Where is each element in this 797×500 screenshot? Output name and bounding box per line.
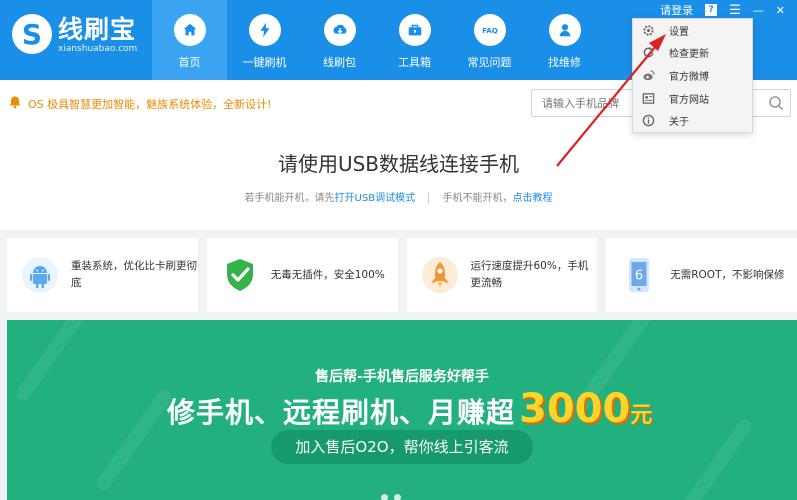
connect-prompt-panel: 请使用USB数据线连接手机 若手机能开机，请先打开USB调试模式 手机不能开机，… — [0, 124, 797, 230]
cloud-download-icon — [323, 14, 356, 46]
feature-card-safe: 无毒无插件，安全100% — [206, 238, 398, 312]
banner-stripe — [13, 320, 95, 404]
feature-card-no-root: 6 无需ROOT，不影响保修 — [606, 238, 797, 312]
banner-stripe — [93, 386, 175, 494]
search-icon[interactable] — [768, 95, 784, 111]
menu-item-settings[interactable]: 设置 — [633, 19, 752, 42]
usb-debug-hint: 若手机能开机，请先 — [244, 193, 335, 204]
login-link[interactable]: 请登录 — [660, 2, 693, 18]
menu-item-check-update[interactable]: 检查更新 — [633, 42, 752, 65]
notice-message[interactable]: OS 极具智慧更加智能，魅族系统体验，全新设计! — [8, 95, 272, 112]
menu-item-label: 检查更新 — [669, 49, 709, 61]
hint-divider — [428, 192, 430, 204]
menu-item-label: 官方网站 — [669, 94, 709, 106]
feature-text: 重装系统，优化比卡刷更彻底 — [71, 260, 197, 289]
settings-dropdown-menu: 设置 检查更新 官方微博 官方网站 关于 — [632, 18, 753, 133]
app-name: 线刷宝 — [58, 14, 137, 44]
refresh-icon — [641, 46, 655, 60]
menu-icon[interactable]: ☰ — [729, 3, 741, 18]
banner-cta-pill[interactable]: 加入售后O2O，帮你线上引客流 — [271, 430, 533, 464]
info-icon — [641, 114, 655, 128]
nav-label: 常见问题 — [467, 56, 512, 69]
banner-carousel-dots — [381, 494, 401, 500]
menu-item-label: 设置 — [669, 26, 689, 38]
tutorial-link[interactable]: 点击教程 — [512, 193, 552, 204]
app-logo: S 线刷宝 xianshuabao.com — [12, 14, 137, 54]
banner-headline: 修手机、远程刷机、月赚超 3000 元 — [167, 386, 652, 432]
window-controls: 请登录 ? ☰ — ✕ — [660, 2, 785, 18]
promo-banner[interactable]: 售后帮-手机售后服务好帮手 修手机、远程刷机、月赚超 3000 元 加入售后O2… — [7, 320, 797, 500]
main-nav: 首页 一键刷机 线刷包 工具箱 FAQ 常见问题 找维修 — [152, 0, 602, 80]
nav-label: 线刷包 — [323, 56, 356, 69]
home-icon — [173, 14, 206, 46]
bell-icon — [8, 95, 28, 112]
notice-text: OS 极具智慧更加智能，魅族系统体验，全新设计! — [28, 97, 272, 111]
feature-card-reinstall: 重装系统，优化比卡刷更彻底 — [7, 238, 198, 312]
feature-text: 无需ROOT，不影响保修 — [670, 268, 785, 281]
lightning-icon — [248, 14, 281, 46]
feature-card-speed: 运行速度提升60%，手机更流畅 — [406, 238, 598, 312]
nav-label: 找维修 — [548, 56, 581, 69]
banner-stripe — [673, 416, 755, 500]
menu-item-about[interactable]: 关于 — [633, 109, 752, 132]
banner-headline-text: 修手机、远程刷机、月赚超 — [167, 396, 516, 429]
carousel-dot[interactable] — [394, 494, 401, 500]
android-icon — [21, 256, 59, 294]
logo-badge: S — [12, 14, 52, 54]
app-domain: xianshuabao.com — [58, 43, 138, 54]
weibo-icon — [641, 68, 655, 82]
carousel-dot[interactable] — [381, 494, 388, 500]
nav-find-repair[interactable]: 找维修 — [527, 0, 602, 80]
nav-one-click-flash[interactable]: 一键刷机 — [227, 0, 302, 80]
svg-text:6: 6 — [635, 269, 643, 284]
nav-label: 工具箱 — [398, 56, 431, 69]
banner-subtitle: 售后帮-手机售后服务好帮手 — [315, 369, 489, 385]
close-icon[interactable]: ✕ — [776, 4, 785, 17]
usb-debug-link[interactable]: 打开USB调试模式 — [335, 193, 416, 204]
svg-text:FAQ: FAQ — [482, 26, 498, 35]
faq-icon: FAQ — [473, 14, 506, 46]
gear-icon — [641, 23, 655, 37]
menu-item-label: 官方微博 — [669, 71, 709, 83]
rocket-icon — [421, 256, 459, 294]
nav-label: 首页 — [178, 56, 201, 69]
nav-toolbox[interactable]: 工具箱 — [377, 0, 452, 80]
nav-faq[interactable]: FAQ 常见问题 — [452, 0, 527, 80]
feature-text: 运行速度提升60%，手机更流畅 — [470, 260, 589, 289]
nav-home[interactable]: 首页 — [152, 0, 227, 80]
repair-person-icon — [548, 14, 581, 46]
menu-item-website[interactable]: 官方网站 — [633, 87, 752, 110]
connect-hints: 若手机能开机，请先打开USB调试模式 手机不能开机，点击教程 — [0, 189, 797, 204]
logo-letter: S — [21, 17, 43, 51]
nav-label: 一键刷机 — [242, 56, 287, 69]
banner-unit: 元 — [630, 403, 653, 428]
feature-text: 无毒无插件，安全100% — [270, 268, 385, 281]
menu-item-label: 关于 — [669, 117, 689, 129]
website-icon — [641, 91, 655, 105]
feature-cards: 重装系统，优化比卡刷更彻底 无毒无插件，安全100% 运行速度提升60%，手机更… — [7, 238, 797, 312]
help-icon[interactable]: ? — [705, 4, 718, 16]
toolbox-icon — [398, 14, 431, 46]
nav-flash-package[interactable]: 线刷包 — [302, 0, 377, 80]
menu-item-weibo[interactable]: 官方微博 — [633, 64, 752, 87]
phone-icon: 6 — [620, 256, 658, 294]
minimize-icon[interactable]: — — [753, 4, 764, 17]
banner-amount: 3000 — [519, 386, 631, 432]
connect-title: 请使用USB数据线连接手机 — [277, 152, 520, 176]
tutorial-hint: 手机不能开机， — [442, 193, 513, 204]
shield-check-icon — [221, 256, 259, 294]
